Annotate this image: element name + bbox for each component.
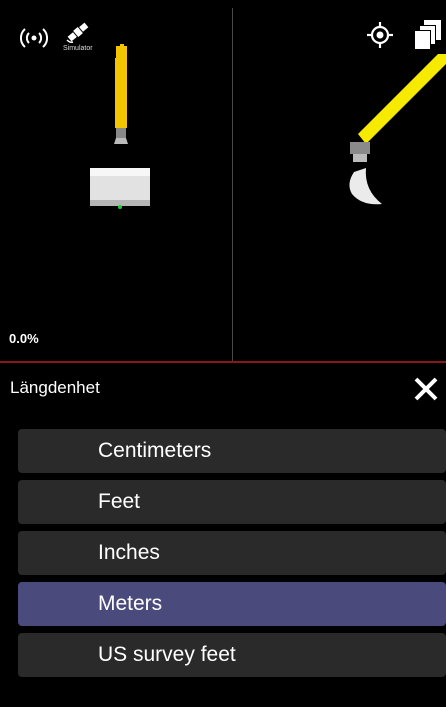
option-inches[interactable]: Inches — [18, 531, 446, 575]
option-centimeters[interactable]: Centimeters — [18, 429, 446, 473]
length-unit-panel: Längdenhet Centimeters Feet Inches Meter… — [0, 363, 446, 707]
excavator-front-view — [90, 44, 150, 209]
layers-icon[interactable] — [414, 20, 442, 50]
close-icon[interactable] — [412, 375, 440, 403]
excavator-side-view — [349, 54, 446, 205]
gps-target-icon[interactable] — [367, 22, 393, 48]
wireless-antenna-icon — [20, 28, 48, 48]
satellite-icon — [66, 22, 89, 43]
unit-options-list: Centimeters Feet Inches Meters US survey… — [18, 429, 446, 684]
view-divider — [232, 8, 233, 362]
option-label: Centimeters — [98, 439, 212, 462]
slope-readout: 0.0% — [9, 331, 39, 346]
option-label: Inches — [98, 541, 160, 564]
option-label: US survey feet — [98, 643, 236, 666]
option-label: Meters — [98, 592, 163, 615]
option-us-survey-feet[interactable]: US survey feet — [18, 633, 446, 677]
option-label: Feet — [98, 490, 141, 513]
machine-view: Simulator 0.0% — [0, 0, 446, 362]
panel-title: Längdenhet — [10, 378, 100, 397]
option-feet[interactable]: Feet — [18, 480, 446, 524]
option-meters[interactable]: Meters — [18, 582, 446, 626]
